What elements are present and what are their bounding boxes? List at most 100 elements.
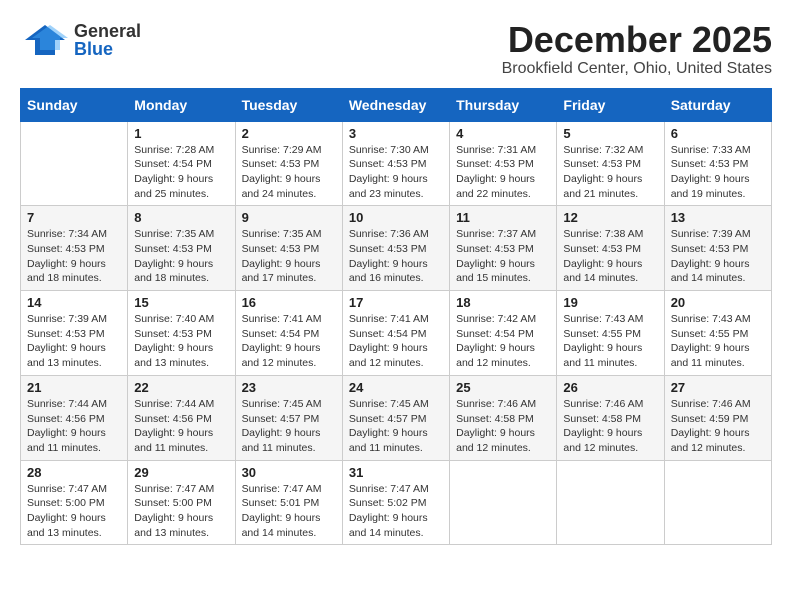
calendar-week-row: 28Sunrise: 7:47 AM Sunset: 5:00 PM Dayli… bbox=[21, 460, 772, 545]
weekday-header-thursday: Thursday bbox=[450, 88, 557, 121]
calendar-cell: 28Sunrise: 7:47 AM Sunset: 5:00 PM Dayli… bbox=[21, 460, 128, 545]
calendar-cell: 31 Sunrise: 7:47 AM Sunset: 5:02 PM Dayli… bbox=[342, 460, 449, 545]
day-number: 30 bbox=[242, 465, 336, 480]
day-number: 24 bbox=[349, 380, 443, 395]
weekday-header-sunday: Sunday bbox=[21, 88, 128, 121]
calendar-cell: 3Sunrise: 7:30 AM Sunset: 4:53 PM Daylig… bbox=[342, 121, 449, 206]
day-info: Sunrise: 7:47 AM Sunset: 5:02 PM Dayligh… bbox=[349, 482, 443, 541]
day-info: Sunrise: 7:32 AM Sunset: 4:53 PM Dayligh… bbox=[563, 143, 657, 202]
day-info: Sunrise: 7:47 AM Sunset: 5:01 PM Dayligh… bbox=[242, 482, 336, 541]
day-number: 4 bbox=[456, 126, 550, 141]
calendar-cell: 5 Sunrise: 7:32 AM Sunset: 4:53 PM Daylig… bbox=[557, 121, 664, 206]
day-number: 6 bbox=[671, 126, 765, 141]
day-number: 29 bbox=[134, 465, 228, 480]
day-number: 18 bbox=[456, 295, 550, 310]
weekday-header-monday: Monday bbox=[128, 88, 235, 121]
calendar-cell: 26 Sunrise: 7:46 AM Sunset: 4:58 PM Dayli… bbox=[557, 375, 664, 460]
weekday-header-tuesday: Tuesday bbox=[235, 88, 342, 121]
day-number: 22 bbox=[134, 380, 228, 395]
calendar-cell: 4 Sunrise: 7:31 AM Sunset: 4:53 PM Daylig… bbox=[450, 121, 557, 206]
calendar-cell: 30 Sunrise: 7:47 AM Sunset: 5:01 PM Dayli… bbox=[235, 460, 342, 545]
calendar-cell bbox=[557, 460, 664, 545]
calendar-cell: 8Sunrise: 7:35 AM Sunset: 4:53 PM Daylig… bbox=[128, 206, 235, 291]
day-info: Sunrise: 7:36 AM Sunset: 4:53 PM Dayligh… bbox=[349, 227, 443, 286]
calendar-table: SundayMondayTuesdayWednesdayThursdayFrid… bbox=[20, 88, 772, 546]
day-info: Sunrise: 7:28 AM Sunset: 4:54 PM Dayligh… bbox=[134, 143, 228, 202]
calendar-cell: 7Sunrise: 7:34 AM Sunset: 4:53 PM Daylig… bbox=[21, 206, 128, 291]
day-info: Sunrise: 7:47 AM Sunset: 5:00 PM Dayligh… bbox=[134, 482, 228, 541]
calendar-week-row: 14Sunrise: 7:39 AM Sunset: 4:53 PM Dayli… bbox=[21, 291, 772, 376]
day-info: Sunrise: 7:40 AM Sunset: 4:53 PM Dayligh… bbox=[134, 312, 228, 371]
day-info: Sunrise: 7:46 AM Sunset: 4:58 PM Dayligh… bbox=[456, 397, 550, 456]
day-number: 23 bbox=[242, 380, 336, 395]
day-info: Sunrise: 7:45 AM Sunset: 4:57 PM Dayligh… bbox=[242, 397, 336, 456]
weekday-header-saturday: Saturday bbox=[664, 88, 771, 121]
day-info: Sunrise: 7:33 AM Sunset: 4:53 PM Dayligh… bbox=[671, 143, 765, 202]
calendar-cell: 9 Sunrise: 7:35 AM Sunset: 4:53 PM Daylig… bbox=[235, 206, 342, 291]
day-number: 31 bbox=[349, 465, 443, 480]
day-number: 21 bbox=[27, 380, 121, 395]
calendar-header-row: SundayMondayTuesdayWednesdayThursdayFrid… bbox=[21, 88, 772, 121]
calendar-cell: 1 Sunrise: 7:28 AM Sunset: 4:54 PM Daylig… bbox=[128, 121, 235, 206]
month-title: December 2025 bbox=[502, 20, 772, 60]
location-subtitle: Brookfield Center, Ohio, United States bbox=[502, 60, 772, 78]
logo-icon bbox=[20, 20, 70, 60]
calendar-cell: 16 Sunrise: 7:41 AM Sunset: 4:54 PM Dayli… bbox=[235, 291, 342, 376]
calendar-cell: 14Sunrise: 7:39 AM Sunset: 4:53 PM Dayli… bbox=[21, 291, 128, 376]
calendar-cell: 2 Sunrise: 7:29 AM Sunset: 4:53 PM Daylig… bbox=[235, 121, 342, 206]
calendar-cell: 10 Sunrise: 7:36 AM Sunset: 4:53 PM Dayli… bbox=[342, 206, 449, 291]
day-info: Sunrise: 7:46 AM Sunset: 4:58 PM Dayligh… bbox=[563, 397, 657, 456]
day-number: 3 bbox=[349, 126, 443, 141]
calendar-cell: 21 Sunrise: 7:44 AM Sunset: 4:56 PM Dayli… bbox=[21, 375, 128, 460]
calendar-cell: 17 Sunrise: 7:41 AM Sunset: 4:54 PM Dayli… bbox=[342, 291, 449, 376]
day-number: 5 bbox=[563, 126, 657, 141]
calendar-cell: 15 Sunrise: 7:40 AM Sunset: 4:53 PM Dayli… bbox=[128, 291, 235, 376]
day-number: 11 bbox=[456, 210, 550, 225]
day-number: 15 bbox=[134, 295, 228, 310]
logo: General Blue bbox=[20, 20, 141, 60]
day-info: Sunrise: 7:35 AM Sunset: 4:53 PM Dayligh… bbox=[242, 227, 336, 286]
day-info: Sunrise: 7:41 AM Sunset: 4:54 PM Dayligh… bbox=[349, 312, 443, 371]
day-number: 9 bbox=[242, 210, 336, 225]
day-info: Sunrise: 7:43 AM Sunset: 4:55 PM Dayligh… bbox=[671, 312, 765, 371]
day-number: 17 bbox=[349, 295, 443, 310]
calendar-cell: 18 Sunrise: 7:42 AM Sunset: 4:54 PM Dayli… bbox=[450, 291, 557, 376]
day-info: Sunrise: 7:44 AM Sunset: 4:56 PM Dayligh… bbox=[134, 397, 228, 456]
day-number: 7 bbox=[27, 210, 121, 225]
day-number: 12 bbox=[563, 210, 657, 225]
title-section: December 2025 Brookfield Center, Ohio, U… bbox=[502, 20, 772, 78]
day-info: Sunrise: 7:43 AM Sunset: 4:55 PM Dayligh… bbox=[563, 312, 657, 371]
day-number: 16 bbox=[242, 295, 336, 310]
day-info: Sunrise: 7:45 AM Sunset: 4:57 PM Dayligh… bbox=[349, 397, 443, 456]
day-info: Sunrise: 7:47 AM Sunset: 5:00 PM Dayligh… bbox=[27, 482, 121, 541]
calendar-cell bbox=[450, 460, 557, 545]
day-number: 19 bbox=[563, 295, 657, 310]
calendar-cell: 19 Sunrise: 7:43 AM Sunset: 4:55 PM Dayli… bbox=[557, 291, 664, 376]
calendar-cell: 25Sunrise: 7:46 AM Sunset: 4:58 PM Dayli… bbox=[450, 375, 557, 460]
calendar-cell: 13Sunrise: 7:39 AM Sunset: 4:53 PM Dayli… bbox=[664, 206, 771, 291]
day-info: Sunrise: 7:31 AM Sunset: 4:53 PM Dayligh… bbox=[456, 143, 550, 202]
day-info: Sunrise: 7:44 AM Sunset: 4:56 PM Dayligh… bbox=[27, 397, 121, 456]
day-number: 1 bbox=[134, 126, 228, 141]
calendar-week-row: 21 Sunrise: 7:44 AM Sunset: 4:56 PM Dayli… bbox=[21, 375, 772, 460]
day-info: Sunrise: 7:42 AM Sunset: 4:54 PM Dayligh… bbox=[456, 312, 550, 371]
logo-text: General Blue bbox=[74, 22, 141, 58]
day-info: Sunrise: 7:41 AM Sunset: 4:54 PM Dayligh… bbox=[242, 312, 336, 371]
calendar-cell: 29 Sunrise: 7:47 AM Sunset: 5:00 PM Dayli… bbox=[128, 460, 235, 545]
calendar-cell: 22 Sunrise: 7:44 AM Sunset: 4:56 PM Dayli… bbox=[128, 375, 235, 460]
logo-blue: Blue bbox=[74, 40, 141, 58]
day-info: Sunrise: 7:46 AM Sunset: 4:59 PM Dayligh… bbox=[671, 397, 765, 456]
day-number: 26 bbox=[563, 380, 657, 395]
calendar-cell bbox=[21, 121, 128, 206]
calendar-cell: 20 Sunrise: 7:43 AM Sunset: 4:55 PM Dayli… bbox=[664, 291, 771, 376]
day-number: 10 bbox=[349, 210, 443, 225]
day-number: 2 bbox=[242, 126, 336, 141]
day-number: 20 bbox=[671, 295, 765, 310]
calendar-week-row: 1 Sunrise: 7:28 AM Sunset: 4:54 PM Daylig… bbox=[21, 121, 772, 206]
day-info: Sunrise: 7:37 AM Sunset: 4:53 PM Dayligh… bbox=[456, 227, 550, 286]
calendar-week-row: 7Sunrise: 7:34 AM Sunset: 4:53 PM Daylig… bbox=[21, 206, 772, 291]
day-info: Sunrise: 7:29 AM Sunset: 4:53 PM Dayligh… bbox=[242, 143, 336, 202]
page-header: General Blue December 2025 Brookfield Ce… bbox=[20, 20, 772, 78]
weekday-header-friday: Friday bbox=[557, 88, 664, 121]
calendar-cell: 11 Sunrise: 7:37 AM Sunset: 4:53 PM Dayli… bbox=[450, 206, 557, 291]
